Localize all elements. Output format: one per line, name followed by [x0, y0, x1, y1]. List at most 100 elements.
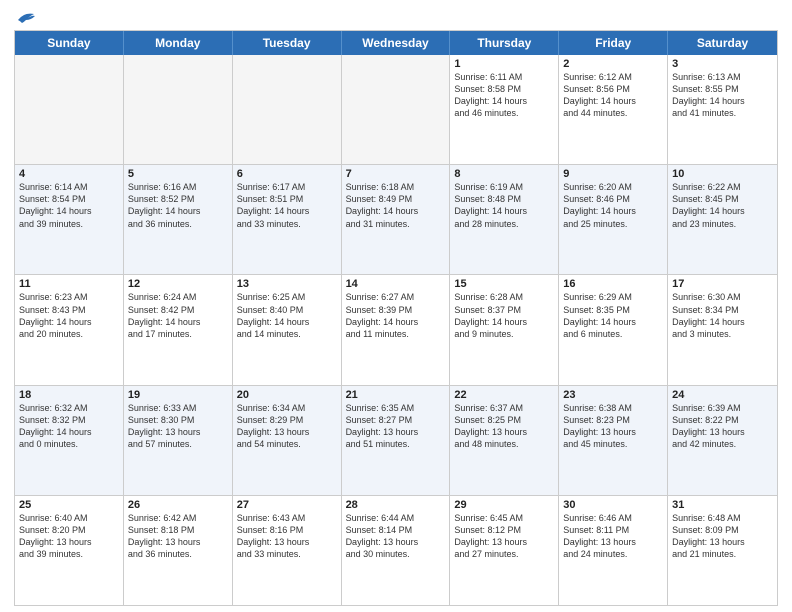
day-cell-21: 21Sunrise: 6:35 AM Sunset: 8:27 PM Dayli…: [342, 386, 451, 495]
day-cell-22: 22Sunrise: 6:37 AM Sunset: 8:25 PM Dayli…: [450, 386, 559, 495]
day-info: Sunrise: 6:34 AM Sunset: 8:29 PM Dayligh…: [237, 402, 337, 451]
header-day-sunday: Sunday: [15, 31, 124, 55]
day-cell-17: 17Sunrise: 6:30 AM Sunset: 8:34 PM Dayli…: [668, 275, 777, 384]
day-info: Sunrise: 6:20 AM Sunset: 8:46 PM Dayligh…: [563, 181, 663, 230]
day-cell-23: 23Sunrise: 6:38 AM Sunset: 8:23 PM Dayli…: [559, 386, 668, 495]
header-day-saturday: Saturday: [668, 31, 777, 55]
day-cell-6: 6Sunrise: 6:17 AM Sunset: 8:51 PM Daylig…: [233, 165, 342, 274]
day-info: Sunrise: 6:13 AM Sunset: 8:55 PM Dayligh…: [672, 71, 773, 120]
day-cell-28: 28Sunrise: 6:44 AM Sunset: 8:14 PM Dayli…: [342, 496, 451, 605]
day-number: 12: [128, 278, 228, 290]
day-cell-1: 1Sunrise: 6:11 AM Sunset: 8:58 PM Daylig…: [450, 55, 559, 164]
day-number: 9: [563, 168, 663, 180]
day-number: 20: [237, 389, 337, 401]
day-cell-27: 27Sunrise: 6:43 AM Sunset: 8:16 PM Dayli…: [233, 496, 342, 605]
day-number: 31: [672, 499, 773, 511]
header-day-wednesday: Wednesday: [342, 31, 451, 55]
day-number: 10: [672, 168, 773, 180]
day-info: Sunrise: 6:38 AM Sunset: 8:23 PM Dayligh…: [563, 402, 663, 451]
day-info: Sunrise: 6:14 AM Sunset: 8:54 PM Dayligh…: [19, 181, 119, 230]
day-cell-25: 25Sunrise: 6:40 AM Sunset: 8:20 PM Dayli…: [15, 496, 124, 605]
day-number: 11: [19, 278, 119, 290]
day-cell-10: 10Sunrise: 6:22 AM Sunset: 8:45 PM Dayli…: [668, 165, 777, 274]
day-cell-29: 29Sunrise: 6:45 AM Sunset: 8:12 PM Dayli…: [450, 496, 559, 605]
header-day-thursday: Thursday: [450, 31, 559, 55]
day-info: Sunrise: 6:27 AM Sunset: 8:39 PM Dayligh…: [346, 291, 446, 340]
day-cell-11: 11Sunrise: 6:23 AM Sunset: 8:43 PM Dayli…: [15, 275, 124, 384]
empty-cell: [15, 55, 124, 164]
day-number: 26: [128, 499, 228, 511]
empty-cell: [233, 55, 342, 164]
day-info: Sunrise: 6:40 AM Sunset: 8:20 PM Dayligh…: [19, 512, 119, 561]
empty-cell: [124, 55, 233, 164]
day-number: 23: [563, 389, 663, 401]
day-info: Sunrise: 6:32 AM Sunset: 8:32 PM Dayligh…: [19, 402, 119, 451]
logo-bird-icon: [16, 10, 36, 24]
day-info: Sunrise: 6:23 AM Sunset: 8:43 PM Dayligh…: [19, 291, 119, 340]
day-number: 19: [128, 389, 228, 401]
day-cell-20: 20Sunrise: 6:34 AM Sunset: 8:29 PM Dayli…: [233, 386, 342, 495]
day-info: Sunrise: 6:30 AM Sunset: 8:34 PM Dayligh…: [672, 291, 773, 340]
day-cell-24: 24Sunrise: 6:39 AM Sunset: 8:22 PM Dayli…: [668, 386, 777, 495]
day-number: 4: [19, 168, 119, 180]
day-info: Sunrise: 6:12 AM Sunset: 8:56 PM Dayligh…: [563, 71, 663, 120]
day-cell-12: 12Sunrise: 6:24 AM Sunset: 8:42 PM Dayli…: [124, 275, 233, 384]
day-cell-7: 7Sunrise: 6:18 AM Sunset: 8:49 PM Daylig…: [342, 165, 451, 274]
day-info: Sunrise: 6:48 AM Sunset: 8:09 PM Dayligh…: [672, 512, 773, 561]
day-number: 1: [454, 58, 554, 70]
day-cell-30: 30Sunrise: 6:46 AM Sunset: 8:11 PM Dayli…: [559, 496, 668, 605]
day-number: 24: [672, 389, 773, 401]
day-number: 3: [672, 58, 773, 70]
day-info: Sunrise: 6:19 AM Sunset: 8:48 PM Dayligh…: [454, 181, 554, 230]
day-info: Sunrise: 6:42 AM Sunset: 8:18 PM Dayligh…: [128, 512, 228, 561]
day-number: 30: [563, 499, 663, 511]
calendar-header: SundayMondayTuesdayWednesdayThursdayFrid…: [15, 31, 777, 55]
day-info: Sunrise: 6:43 AM Sunset: 8:16 PM Dayligh…: [237, 512, 337, 561]
day-number: 29: [454, 499, 554, 511]
day-number: 14: [346, 278, 446, 290]
day-cell-5: 5Sunrise: 6:16 AM Sunset: 8:52 PM Daylig…: [124, 165, 233, 274]
calendar: SundayMondayTuesdayWednesdayThursdayFrid…: [14, 30, 778, 606]
calendar-row-1: 1Sunrise: 6:11 AM Sunset: 8:58 PM Daylig…: [15, 55, 777, 164]
day-info: Sunrise: 6:24 AM Sunset: 8:42 PM Dayligh…: [128, 291, 228, 340]
day-info: Sunrise: 6:46 AM Sunset: 8:11 PM Dayligh…: [563, 512, 663, 561]
day-cell-16: 16Sunrise: 6:29 AM Sunset: 8:35 PM Dayli…: [559, 275, 668, 384]
day-cell-18: 18Sunrise: 6:32 AM Sunset: 8:32 PM Dayli…: [15, 386, 124, 495]
day-cell-15: 15Sunrise: 6:28 AM Sunset: 8:37 PM Dayli…: [450, 275, 559, 384]
day-info: Sunrise: 6:35 AM Sunset: 8:27 PM Dayligh…: [346, 402, 446, 451]
calendar-row-5: 25Sunrise: 6:40 AM Sunset: 8:20 PM Dayli…: [15, 495, 777, 605]
day-info: Sunrise: 6:16 AM Sunset: 8:52 PM Dayligh…: [128, 181, 228, 230]
day-cell-4: 4Sunrise: 6:14 AM Sunset: 8:54 PM Daylig…: [15, 165, 124, 274]
day-number: 5: [128, 168, 228, 180]
day-number: 27: [237, 499, 337, 511]
day-info: Sunrise: 6:29 AM Sunset: 8:35 PM Dayligh…: [563, 291, 663, 340]
day-number: 21: [346, 389, 446, 401]
day-cell-19: 19Sunrise: 6:33 AM Sunset: 8:30 PM Dayli…: [124, 386, 233, 495]
day-info: Sunrise: 6:17 AM Sunset: 8:51 PM Dayligh…: [237, 181, 337, 230]
day-info: Sunrise: 6:22 AM Sunset: 8:45 PM Dayligh…: [672, 181, 773, 230]
day-cell-9: 9Sunrise: 6:20 AM Sunset: 8:46 PM Daylig…: [559, 165, 668, 274]
day-info: Sunrise: 6:11 AM Sunset: 8:58 PM Dayligh…: [454, 71, 554, 120]
day-info: Sunrise: 6:25 AM Sunset: 8:40 PM Dayligh…: [237, 291, 337, 340]
header-day-friday: Friday: [559, 31, 668, 55]
day-info: Sunrise: 6:45 AM Sunset: 8:12 PM Dayligh…: [454, 512, 554, 561]
day-info: Sunrise: 6:44 AM Sunset: 8:14 PM Dayligh…: [346, 512, 446, 561]
day-info: Sunrise: 6:28 AM Sunset: 8:37 PM Dayligh…: [454, 291, 554, 340]
day-number: 13: [237, 278, 337, 290]
header-day-monday: Monday: [124, 31, 233, 55]
day-cell-14: 14Sunrise: 6:27 AM Sunset: 8:39 PM Dayli…: [342, 275, 451, 384]
day-cell-3: 3Sunrise: 6:13 AM Sunset: 8:55 PM Daylig…: [668, 55, 777, 164]
day-info: Sunrise: 6:33 AM Sunset: 8:30 PM Dayligh…: [128, 402, 228, 451]
day-number: 18: [19, 389, 119, 401]
logo: [14, 10, 36, 24]
day-info: Sunrise: 6:18 AM Sunset: 8:49 PM Dayligh…: [346, 181, 446, 230]
page-header: [14, 10, 778, 24]
day-cell-26: 26Sunrise: 6:42 AM Sunset: 8:18 PM Dayli…: [124, 496, 233, 605]
day-cell-2: 2Sunrise: 6:12 AM Sunset: 8:56 PM Daylig…: [559, 55, 668, 164]
day-number: 15: [454, 278, 554, 290]
day-info: Sunrise: 6:37 AM Sunset: 8:25 PM Dayligh…: [454, 402, 554, 451]
day-number: 2: [563, 58, 663, 70]
header-day-tuesday: Tuesday: [233, 31, 342, 55]
day-cell-31: 31Sunrise: 6:48 AM Sunset: 8:09 PM Dayli…: [668, 496, 777, 605]
calendar-row-2: 4Sunrise: 6:14 AM Sunset: 8:54 PM Daylig…: [15, 164, 777, 274]
